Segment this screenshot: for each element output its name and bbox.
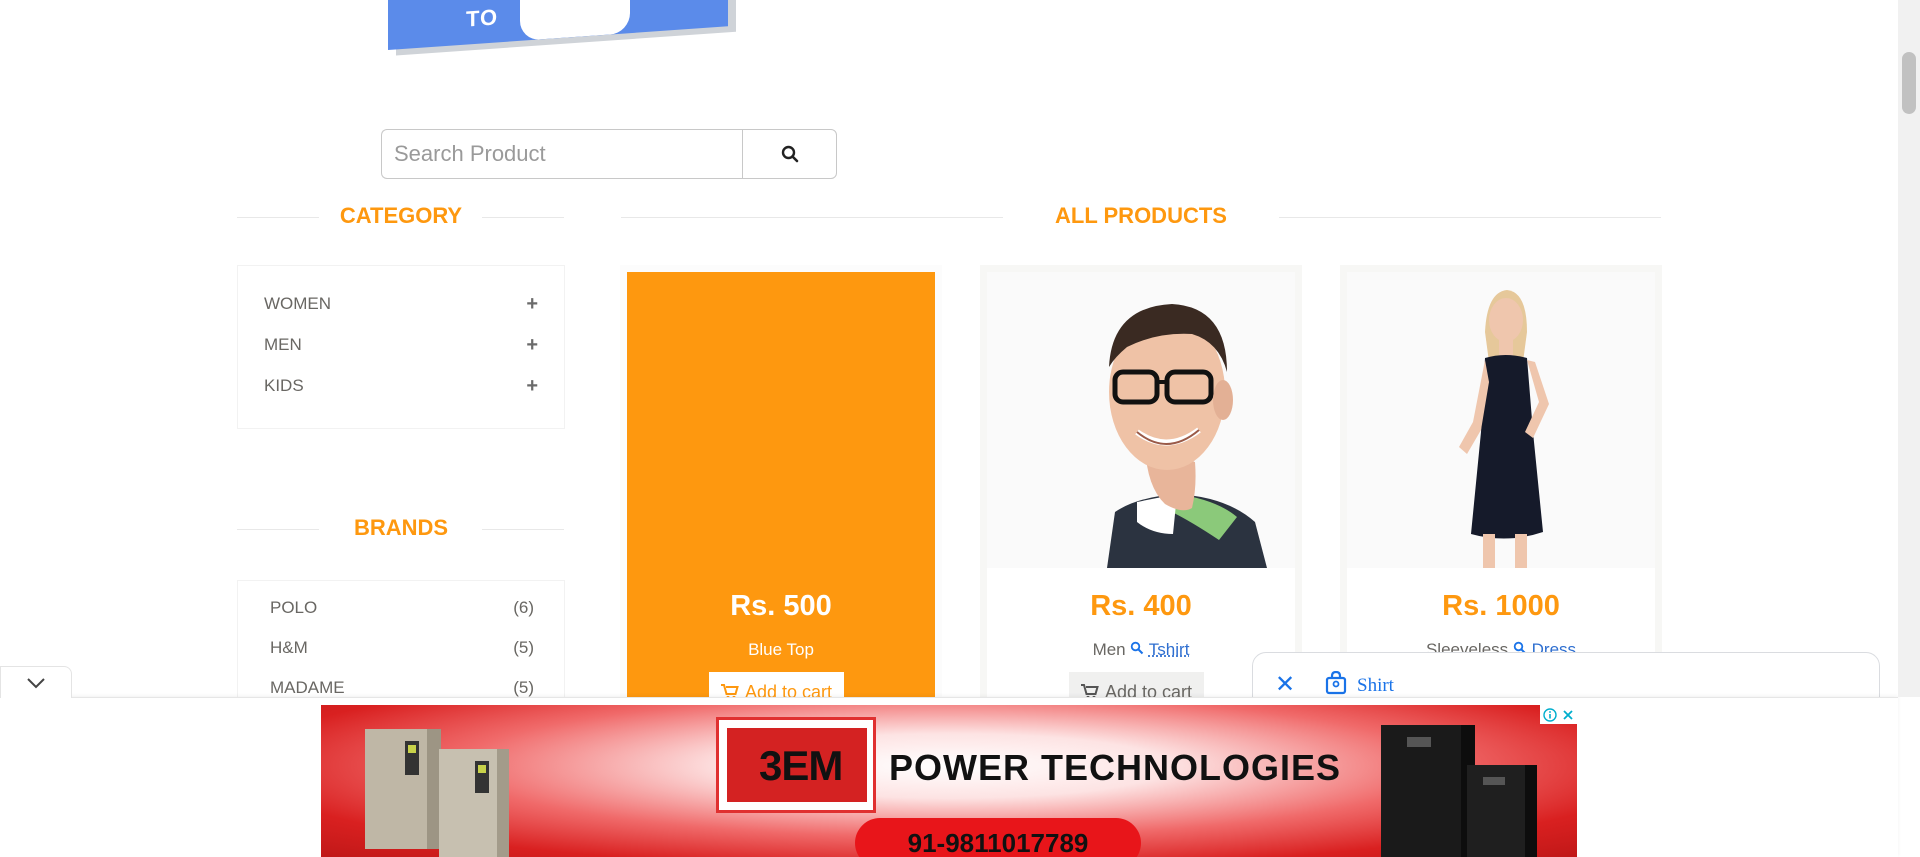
- category-item-label: KIDS: [264, 376, 304, 395]
- ad-phone-pill: 91-9811017789: [855, 818, 1141, 857]
- plus-icon[interactable]: +: [526, 293, 538, 316]
- search-box: [381, 129, 837, 179]
- ad-phone: 91-9811017789: [907, 828, 1089, 857]
- page: TO CATEGORY WOMEN + MEN + KIDS + BRANDS: [0, 0, 1920, 857]
- category-item-women[interactable]: WOMEN +: [238, 289, 564, 319]
- product-card-blue-top[interactable]: Rs. 500 Blue Top Add to cart: [620, 265, 942, 712]
- brand-count: (5): [513, 678, 534, 697]
- plus-icon[interactable]: +: [526, 334, 538, 357]
- product-image[interactable]: [1347, 272, 1655, 568]
- products-title-line-right: [1279, 217, 1661, 218]
- product-name: Blue Top: [748, 640, 814, 659]
- category-title: CATEGORY: [330, 203, 472, 229]
- chevron-down-icon: [27, 677, 45, 688]
- product-name-link[interactable]: Tshirt: [1149, 640, 1190, 659]
- product-image[interactable]: [987, 272, 1295, 568]
- product-price: Rs. 400: [1090, 590, 1192, 622]
- product-price: Rs. 500: [730, 590, 832, 622]
- category-item-kids[interactable]: KIDS +: [238, 371, 564, 401]
- category-item-label: MEN: [264, 335, 302, 354]
- search-button[interactable]: [742, 129, 837, 179]
- ups-unit-image-left: [365, 729, 509, 857]
- product-name-prefix: Men: [1092, 640, 1126, 659]
- brands-title-line-left: [237, 529, 319, 530]
- ups-unit-image-right: [1381, 725, 1537, 857]
- brand-label: H&M: [270, 638, 308, 657]
- plus-icon[interactable]: +: [526, 375, 538, 398]
- scrollbar[interactable]: [1898, 0, 1920, 697]
- category-item-men[interactable]: MEN +: [238, 330, 564, 360]
- search-icon: [781, 145, 798, 163]
- woman-dress-image: [1347, 272, 1655, 568]
- search-input[interactable]: [381, 129, 753, 179]
- product-price: Rs. 1000: [1442, 590, 1560, 622]
- scrollbar-thumb[interactable]: [1902, 52, 1916, 114]
- ad-banner[interactable]: 3EM POWER TECHNOLOGIES 91-9811017789: [321, 705, 1577, 857]
- brand-item-polo[interactable]: POLO (6): [238, 593, 564, 623]
- brand-item-hm[interactable]: H&M (5): [238, 633, 564, 663]
- product-card-sleeveless-dress[interactable]: Rs. 1000 Sleeveless Dress: [1340, 265, 1662, 705]
- category-panel: WOMEN + MEN + KIDS +: [237, 265, 565, 429]
- promo-banner[interactable]: TO: [388, 0, 736, 56]
- category-item-label: WOMEN: [264, 294, 332, 313]
- brands-title: BRANDS: [330, 515, 472, 541]
- promo-text: TO: [466, 4, 499, 32]
- brands-panel: POLO (6) H&M (5) MADAME (5): [237, 580, 565, 700]
- brand-label: MADAME: [270, 678, 345, 697]
- magnifier-icon: [1131, 641, 1144, 655]
- ad-close-button[interactable]: [1559, 705, 1577, 724]
- info-icon: [1542, 707, 1557, 722]
- category-title-line-right: [482, 217, 564, 218]
- man-portrait-image: [987, 272, 1295, 568]
- product-name: Men Tshirt: [987, 640, 1295, 660]
- close-icon[interactable]: ✕: [1275, 673, 1295, 697]
- ad-title: POWER TECHNOLOGIES: [889, 747, 1342, 788]
- ad-logo-text: 3EM: [759, 742, 843, 789]
- collapse-ad-button[interactable]: [0, 666, 72, 698]
- products-title-line-left: [621, 217, 1003, 218]
- shopping-bag-icon: [1325, 671, 1347, 695]
- category-title-line-left: [237, 217, 319, 218]
- ad-info-icon[interactable]: [1540, 705, 1559, 724]
- brand-count: (5): [513, 638, 534, 657]
- close-icon: [1563, 709, 1573, 720]
- brand-count: (6): [513, 598, 534, 617]
- suggestion-text[interactable]: Shirt: [1357, 675, 1394, 697]
- ad-logo: 3EM: [716, 717, 876, 813]
- brand-label: POLO: [270, 598, 318, 617]
- product-card-men-tshirt[interactable]: Rs. 400 Men Tshirt Add to cart: [980, 265, 1302, 712]
- products-title: ALL PRODUCTS: [1025, 203, 1257, 229]
- brands-title-line-right: [482, 529, 564, 530]
